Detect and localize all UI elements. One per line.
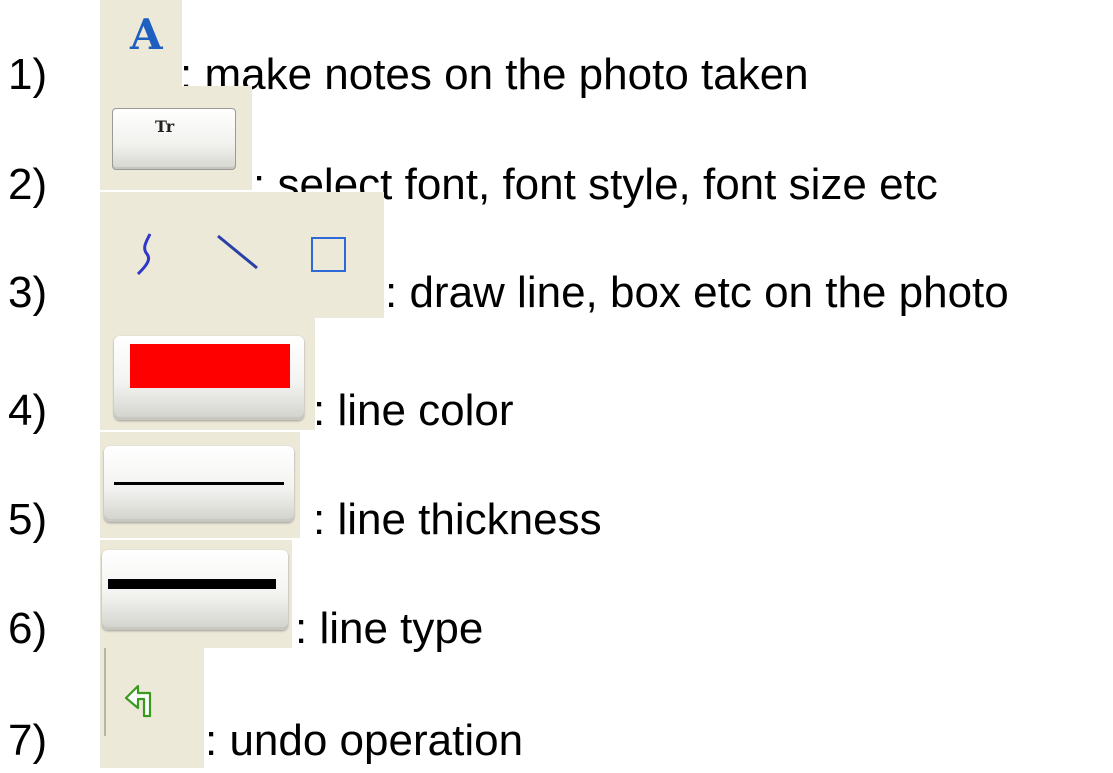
color-button[interactable] bbox=[114, 336, 304, 420]
draw-tools-svg bbox=[136, 233, 346, 276]
undo-arrow-icon[interactable] bbox=[100, 648, 204, 768]
item-description-3: : draw line, box etc on the photo bbox=[385, 268, 1009, 317]
item-description-1: : make notes on the photo taken bbox=[180, 50, 809, 99]
freehand-curve-icon bbox=[136, 233, 152, 276]
line-type-button[interactable] bbox=[102, 550, 288, 630]
toolbar-separator bbox=[104, 648, 106, 736]
item-description-7: : undo operation bbox=[205, 716, 524, 765]
item-number-6: 6) bbox=[8, 604, 48, 653]
thick-line-sample bbox=[108, 579, 276, 589]
draw-tools-icons bbox=[100, 192, 384, 318]
font-tr-icon[interactable]: Tr bbox=[100, 86, 252, 190]
straight-line-icon bbox=[217, 234, 258, 270]
tr-glyph: Tr bbox=[155, 117, 175, 136]
item-description-4: : line color bbox=[313, 386, 514, 435]
thin-line-sample bbox=[114, 482, 284, 485]
text-annotation-a-icon[interactable]: A bbox=[100, 0, 182, 88]
item-number-2: 2) bbox=[8, 160, 48, 209]
line-thickness-icon[interactable] bbox=[100, 432, 300, 538]
color-swatch bbox=[130, 344, 290, 388]
item-number-7: 7) bbox=[8, 716, 48, 765]
thickness-button[interactable] bbox=[104, 446, 294, 522]
item-number-1: 1) bbox=[8, 50, 48, 99]
item-number-4: 4) bbox=[8, 386, 48, 435]
font-button[interactable]: Tr bbox=[112, 108, 236, 170]
line-color-icon[interactable] bbox=[100, 318, 315, 430]
item-number-3: 3) bbox=[8, 268, 48, 317]
rectangle-icon bbox=[311, 237, 346, 272]
a-glyph: A bbox=[130, 10, 163, 59]
item-description-6: : line type bbox=[295, 604, 484, 653]
undo-arrow-shape bbox=[124, 684, 152, 718]
undo-svg bbox=[124, 684, 152, 718]
item-description-5: : line thickness bbox=[313, 495, 602, 544]
item-number-5: 5) bbox=[8, 495, 48, 544]
line-type-icon[interactable] bbox=[100, 540, 292, 648]
